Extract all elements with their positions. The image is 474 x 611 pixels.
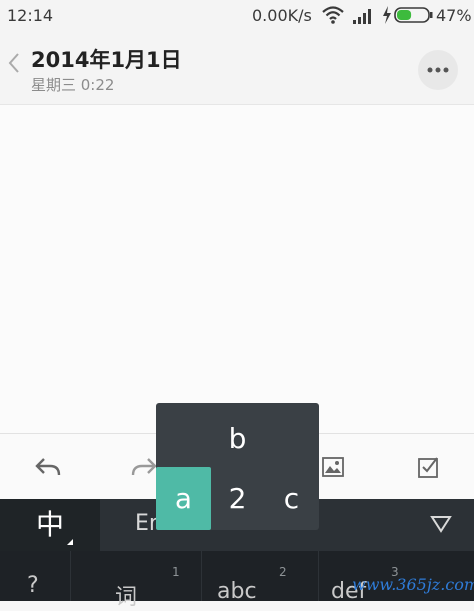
- key-number: 2: [279, 565, 287, 579]
- popup-key-c[interactable]: c: [264, 467, 319, 530]
- key-label: ?: [27, 573, 39, 598]
- battery-percent: 47%: [436, 6, 472, 25]
- watermark: www.365jz.com: [352, 575, 474, 594]
- popup-key-2[interactable]: 2: [211, 467, 264, 530]
- checkbox-icon[interactable]: [417, 455, 441, 483]
- charging-icon: [381, 5, 393, 29]
- battery-icon: [394, 5, 434, 29]
- popup-key-a[interactable]: a: [156, 467, 211, 530]
- lang-chinese-label: 中: [35, 508, 64, 541]
- page-subtitle: 星期三 0:22: [31, 76, 115, 94]
- redo-icon[interactable]: [130, 456, 158, 482]
- key-label: 词: [115, 585, 138, 610]
- image-icon[interactable]: [321, 456, 345, 482]
- key-2[interactable]: 2 abc: [202, 551, 319, 604]
- chevron-left-icon[interactable]: [8, 52, 20, 78]
- key-preview-popup: b a 2 c: [156, 403, 319, 530]
- lang-chinese-button[interactable]: 中: [0, 499, 100, 551]
- undo-icon[interactable]: [34, 456, 62, 482]
- key-label: abc: [217, 579, 257, 604]
- status-net-speed: 0.00K/s: [252, 6, 312, 25]
- corner-triangle-icon: [67, 539, 73, 545]
- key-1[interactable]: 1 词: [71, 551, 202, 610]
- popup-key-b[interactable]: b: [211, 419, 264, 459]
- page-title: 2014年1月1日: [31, 48, 182, 72]
- triangle-down-icon[interactable]: [430, 515, 452, 537]
- note-editor[interactable]: [0, 105, 474, 433]
- key-number: 1: [172, 565, 180, 579]
- note-header: 2014年1月1日 星期三 0:22: [0, 32, 474, 105]
- status-bar: 12:14 0.00K/s 47%: [0, 0, 474, 32]
- key-question[interactable]: ?: [0, 551, 71, 601]
- wifi-icon: [322, 5, 344, 29]
- signal-icon: [352, 5, 374, 29]
- more-options-button[interactable]: [418, 50, 458, 90]
- more-horizontal-icon: [427, 67, 449, 73]
- status-time: 12:14: [7, 6, 54, 25]
